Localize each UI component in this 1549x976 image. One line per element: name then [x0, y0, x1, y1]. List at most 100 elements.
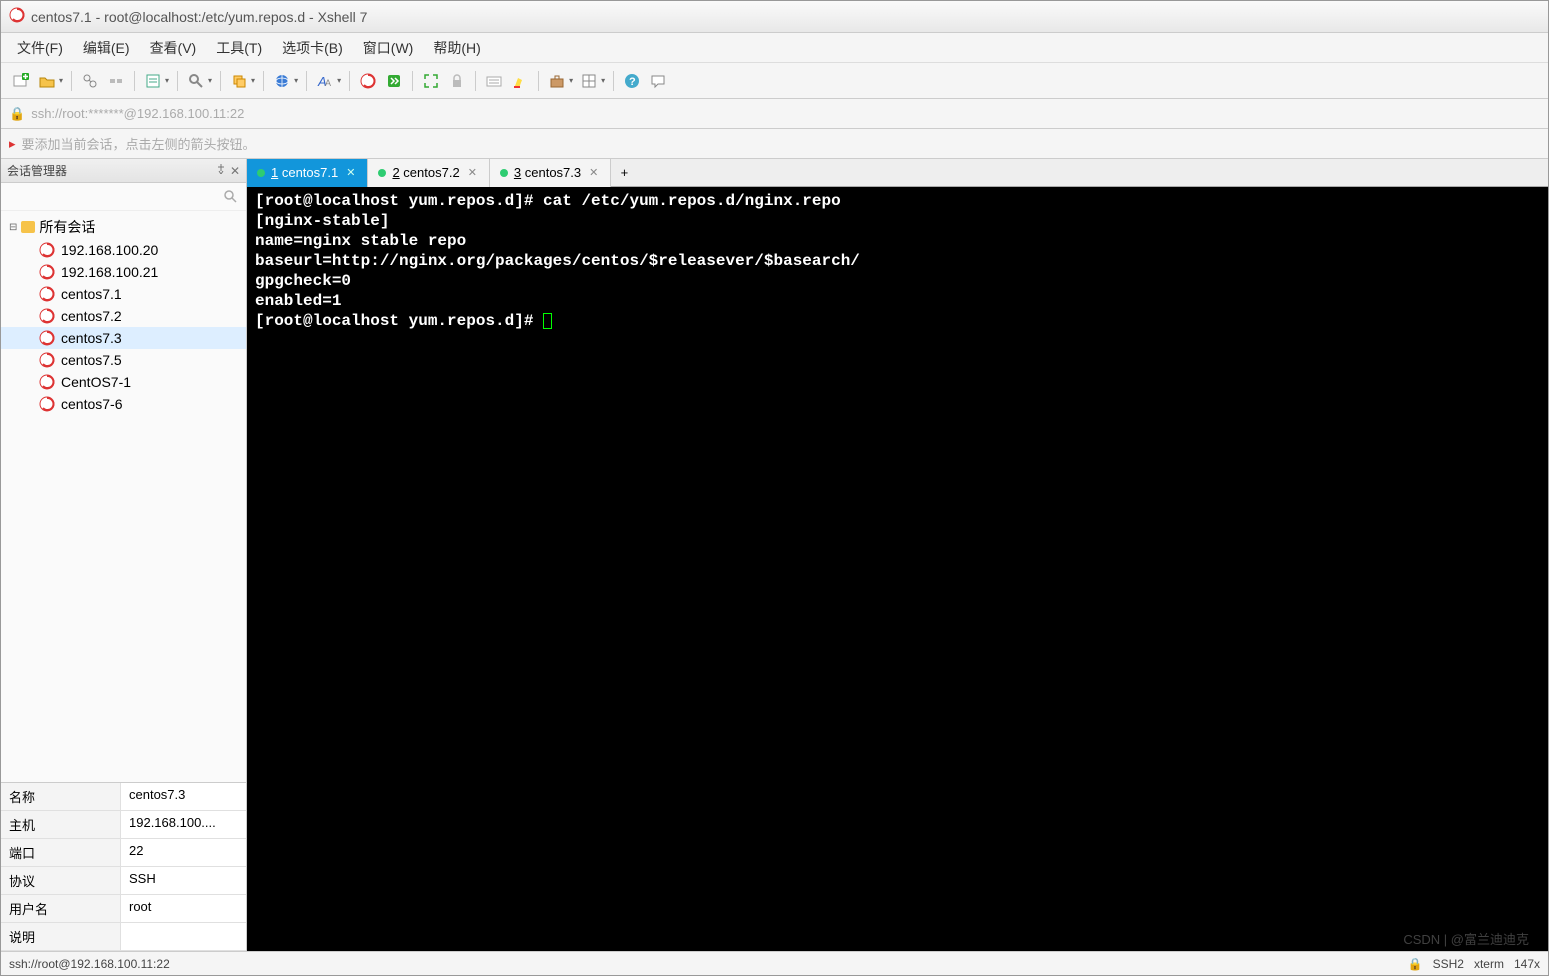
prop-host-key: 主机 — [1, 811, 121, 838]
copy-icon[interactable] — [227, 69, 251, 93]
hint-text: 要添加当前会话，点击左侧的箭头按钮。 — [22, 134, 256, 153]
dropdown-icon[interactable]: ▾ — [165, 76, 169, 85]
root-label: 所有会话 — [39, 217, 95, 237]
flag-icon: ▸ — [9, 136, 16, 152]
tab[interactable]: 1 centos7.1 ✕ — [247, 159, 368, 187]
help-icon[interactable]: ? — [620, 69, 644, 93]
session-item[interactable]: centos7-6 — [1, 393, 246, 415]
close-icon[interactable]: ✕ — [230, 164, 240, 178]
session-icon — [39, 308, 55, 324]
properties-icon[interactable] — [141, 69, 165, 93]
session-item[interactable]: 192.168.100.20 — [1, 239, 246, 261]
session-properties: 名称centos7.3 主机192.168.100.... 端口22 协议SSH… — [1, 782, 246, 951]
dropdown-icon[interactable]: ▾ — [59, 76, 63, 85]
menu-tools[interactable]: 工具(T) — [208, 34, 270, 62]
separator — [306, 71, 307, 91]
status-lock-icon: 🔒 — [1408, 957, 1423, 971]
addressbar: 🔒 ssh://root:*******@192.168.100.11:22 — [1, 99, 1548, 129]
prop-user-key: 用户名 — [1, 895, 121, 922]
separator — [349, 71, 350, 91]
status-cols: 147x — [1514, 957, 1540, 971]
dropdown-icon[interactable]: ▾ — [337, 76, 341, 85]
dropdown-icon[interactable]: ▾ — [601, 76, 605, 85]
tab[interactable]: 3 centos7.3✕ — [490, 159, 611, 187]
menu-help[interactable]: 帮助(H) — [425, 34, 488, 62]
dropdown-icon[interactable]: ▾ — [251, 76, 255, 85]
dropdown-icon[interactable]: ▾ — [208, 76, 212, 85]
separator — [475, 71, 476, 91]
session-tree: ⊟ 所有会话 192.168.100.20 192.168.100.21 cento… — [1, 211, 246, 782]
session-item[interactable]: centos7.2 — [1, 305, 246, 327]
lock-icon[interactable] — [445, 69, 469, 93]
menu-view[interactable]: 查看(V) — [142, 34, 205, 62]
lock-icon: 🔒 — [9, 106, 25, 122]
new-session-icon[interactable] — [9, 69, 33, 93]
session-icon — [39, 264, 55, 280]
prop-port-key: 端口 — [1, 839, 121, 866]
search-icon[interactable] — [224, 190, 238, 204]
disconnect-icon[interactable] — [104, 69, 128, 93]
dropdown-icon[interactable]: ▾ — [569, 76, 573, 85]
separator — [538, 71, 539, 91]
session-icon — [39, 396, 55, 412]
menu-window[interactable]: 窗口(W) — [355, 34, 422, 62]
statusbar: ssh://root@192.168.100.11:22 🔒 SSH2 xter… — [1, 951, 1548, 975]
folder-icon — [21, 221, 35, 233]
separator — [613, 71, 614, 91]
prop-name-key: 名称 — [1, 783, 121, 810]
highlight-icon[interactable] — [508, 69, 532, 93]
layout-icon[interactable] — [577, 69, 601, 93]
dropdown-icon[interactable]: ▾ — [294, 76, 298, 85]
prop-host-val: 192.168.100.... — [121, 811, 246, 838]
search-icon[interactable] — [184, 69, 208, 93]
close-tab-icon[interactable]: ✕ — [466, 166, 479, 179]
prop-name-val: centos7.3 — [121, 783, 246, 810]
session-icon — [39, 330, 55, 346]
titlebar: centos7.1 - root@localhost:/etc/yum.repo… — [1, 1, 1548, 33]
tab-label: 1 centos7.1 — [271, 165, 338, 180]
tab-strip: 1 centos7.1✕2 centos7.2✕3 centos7.3✕ + — [247, 159, 1548, 187]
status-term: xterm — [1474, 957, 1504, 971]
session-label: centos7.1 — [61, 286, 122, 302]
session-item[interactable]: centos7.3 — [1, 327, 246, 349]
svg-text:?: ? — [629, 76, 636, 88]
session-item[interactable]: CentOS7-1 — [1, 371, 246, 393]
tree-root[interactable]: ⊟ 所有会话 — [1, 215, 246, 239]
prop-desc-val — [121, 923, 246, 950]
feedback-icon[interactable] — [646, 69, 670, 93]
reconnect-icon[interactable] — [78, 69, 102, 93]
pin-icon[interactable] — [216, 164, 226, 178]
add-tab-button[interactable]: + — [611, 165, 637, 180]
status-dot-icon — [500, 169, 508, 177]
status-left: ssh://root@192.168.100.11:22 — [9, 957, 170, 971]
globe-icon[interactable] — [270, 69, 294, 93]
session-label: 192.168.100.21 — [61, 264, 158, 280]
tab[interactable]: 2 centos7.2✕ — [368, 159, 489, 187]
menu-edit[interactable]: 编辑(E) — [75, 34, 138, 62]
fullscreen-icon[interactable] — [419, 69, 443, 93]
close-tab-icon[interactable]: ✕ — [344, 166, 357, 179]
session-item[interactable]: 192.168.100.21 — [1, 261, 246, 283]
keyboard-icon[interactable] — [482, 69, 506, 93]
session-icon — [39, 242, 55, 258]
xshell-icon[interactable] — [356, 69, 380, 93]
session-icon — [39, 286, 55, 302]
terminal[interactable]: [root@localhost yum.repos.d]# cat /etc/y… — [247, 187, 1548, 951]
separator — [134, 71, 135, 91]
close-tab-icon[interactable]: ✕ — [587, 166, 600, 179]
collapse-icon[interactable]: ⊟ — [9, 222, 17, 233]
session-item[interactable]: centos7.5 — [1, 349, 246, 371]
xftp-icon[interactable] — [382, 69, 406, 93]
session-item[interactable]: centos7.1 — [1, 283, 246, 305]
menu-tab[interactable]: 选项卡(B) — [274, 34, 351, 62]
sidebar-search[interactable] — [1, 183, 246, 211]
open-session-icon[interactable] — [35, 69, 59, 93]
font-icon[interactable]: AA — [313, 69, 337, 93]
hintbar: ▸ 要添加当前会话，点击左侧的箭头按钮。 — [1, 129, 1548, 159]
address-url[interactable]: ssh://root:*******@192.168.100.11:22 — [31, 106, 244, 121]
separator — [412, 71, 413, 91]
toolbox-icon[interactable] — [545, 69, 569, 93]
menu-file[interactable]: 文件(F) — [9, 34, 71, 62]
main-area: 1 centos7.1✕2 centos7.2✕3 centos7.3✕ + [… — [247, 159, 1548, 951]
prop-proto-key: 协议 — [1, 867, 121, 894]
